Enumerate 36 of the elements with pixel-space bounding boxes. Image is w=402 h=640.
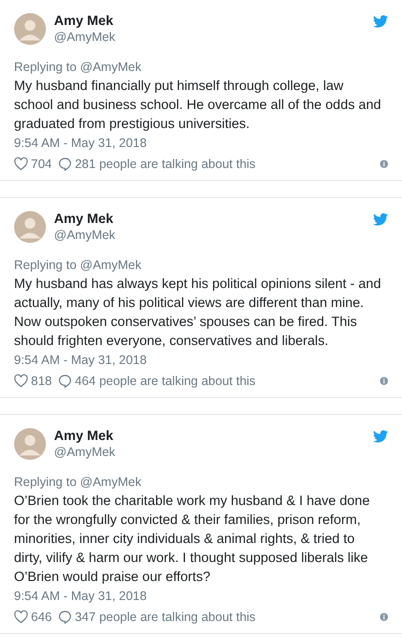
speech-bubble-icon[interactable] <box>58 610 72 624</box>
talking-count[interactable]: 281 people are talking about this <box>74 157 256 171</box>
tweet-text: My husband financially put himself through college, law school and business school. He overcame all of the odds and graduated from prestigious universities. <box>14 77 382 133</box>
author-name[interactable]: Amy Mek <box>54 427 373 444</box>
heart-icon[interactable] <box>14 157 28 171</box>
bird-icon[interactable] <box>373 15 388 28</box>
author-name[interactable]: Amy Mek <box>54 12 373 29</box>
reply-context: Replying to @AmyMek <box>14 474 142 491</box>
like-count: 646 <box>31 610 52 624</box>
avatar <box>14 428 46 460</box>
speech-bubble-icon[interactable] <box>58 374 72 388</box>
author-handle[interactable]: @AmyMek <box>54 444 373 460</box>
bird-icon[interactable] <box>373 213 388 226</box>
talking-count[interactable]: 464 people are talking about this <box>74 374 256 388</box>
avatar <box>14 211 46 243</box>
timestamp[interactable]: 9:54 AM - May 31, 2018 <box>14 351 394 369</box>
heart-icon[interactable] <box>14 610 28 624</box>
avatar <box>14 13 46 45</box>
info-icon[interactable] <box>380 377 388 385</box>
author-name[interactable]: Amy Mek <box>54 210 373 227</box>
bird-icon[interactable] <box>373 430 388 443</box>
reply-context: Replying to @AmyMek <box>14 257 142 274</box>
timestamp[interactable]: 9:54 AM - May 31, 2018 <box>14 134 394 152</box>
info-icon[interactable] <box>380 160 388 168</box>
timestamp[interactable]: 9:54 AM - May 31, 2018 <box>14 587 394 605</box>
reply-context: Replying to @AmyMek <box>14 59 142 76</box>
like-count: 704 <box>31 157 52 171</box>
tweet-text: My husband has always kept his political opinions silent - and actually, many of his political views are different than mine. Now outspoken conservatives’ spouses can be fired. This should frighten everyone, conservatives and liberals. <box>14 275 382 350</box>
author-handle[interactable]: @AmyMek <box>54 227 373 243</box>
talking-count[interactable]: 347 people are talking about this <box>74 610 256 624</box>
info-icon[interactable] <box>380 613 388 621</box>
like-count: 818 <box>31 374 52 388</box>
tweet-text: O’Brien took the charitable work my husband & I have done for the wrongfully convicted & their families, prison reform, minorities, inner city individuals & animal rights, & tried to dirty, vilify & harm our work. I thought supposed liberals like O’Brien would praise our efforts? <box>14 492 371 586</box>
author-handle[interactable]: @AmyMek <box>54 29 373 45</box>
heart-icon[interactable] <box>14 374 28 388</box>
speech-bubble-icon[interactable] <box>58 157 72 171</box>
